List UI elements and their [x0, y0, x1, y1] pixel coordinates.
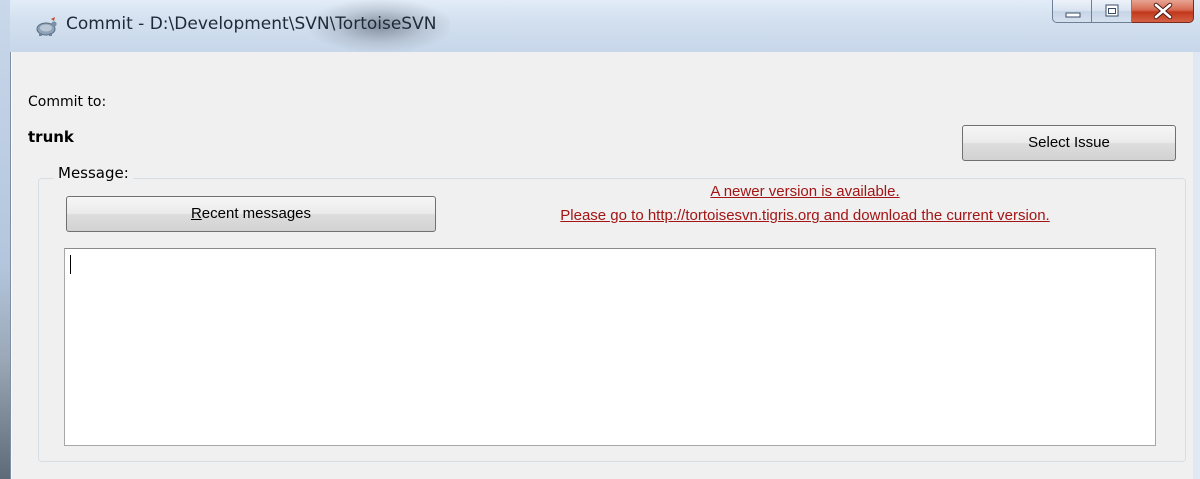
update-notice-line1: A newer version is available.: [710, 183, 900, 200]
minimize-icon: [1065, 12, 1081, 18]
window-left-frame: [0, 0, 11, 479]
minimize-button[interactable]: [1052, 0, 1092, 23]
window-controls: [1052, 0, 1194, 24]
recent-messages-button[interactable]: Recent messages: [66, 196, 436, 232]
title-bar[interactable]: Commit - D:\Development\SVN\TortoiseSVN: [10, 0, 1200, 52]
text-caret: [70, 255, 71, 274]
tortoisesvn-app-icon: [36, 17, 57, 36]
maximize-button[interactable]: [1092, 0, 1132, 23]
window-title: Commit - D:\Development\SVN\TortoiseSVN: [66, 14, 437, 34]
commit-to-label: Commit to:: [28, 94, 107, 110]
update-notice-line2: Please go to http://tortoisesvn.tigris.o…: [560, 207, 1050, 224]
recent-messages-label: ecent messages: [201, 205, 312, 222]
update-notice-link[interactable]: A newer version is available. Please go …: [440, 180, 1170, 228]
close-button[interactable]: [1132, 0, 1194, 23]
commit-message-input[interactable]: [64, 248, 1156, 446]
close-icon: [1153, 2, 1173, 20]
recent-messages-mnemonic: R: [190, 205, 202, 222]
commit-dialog: Commit - D:\Development\SVN\TortoiseSVN …: [0, 0, 1200, 479]
commit-target-value: trunk: [28, 128, 74, 146]
select-issue-button[interactable]: Select Issue: [962, 125, 1176, 161]
maximize-icon: [1105, 4, 1119, 17]
message-group-label: Message:: [54, 164, 133, 182]
